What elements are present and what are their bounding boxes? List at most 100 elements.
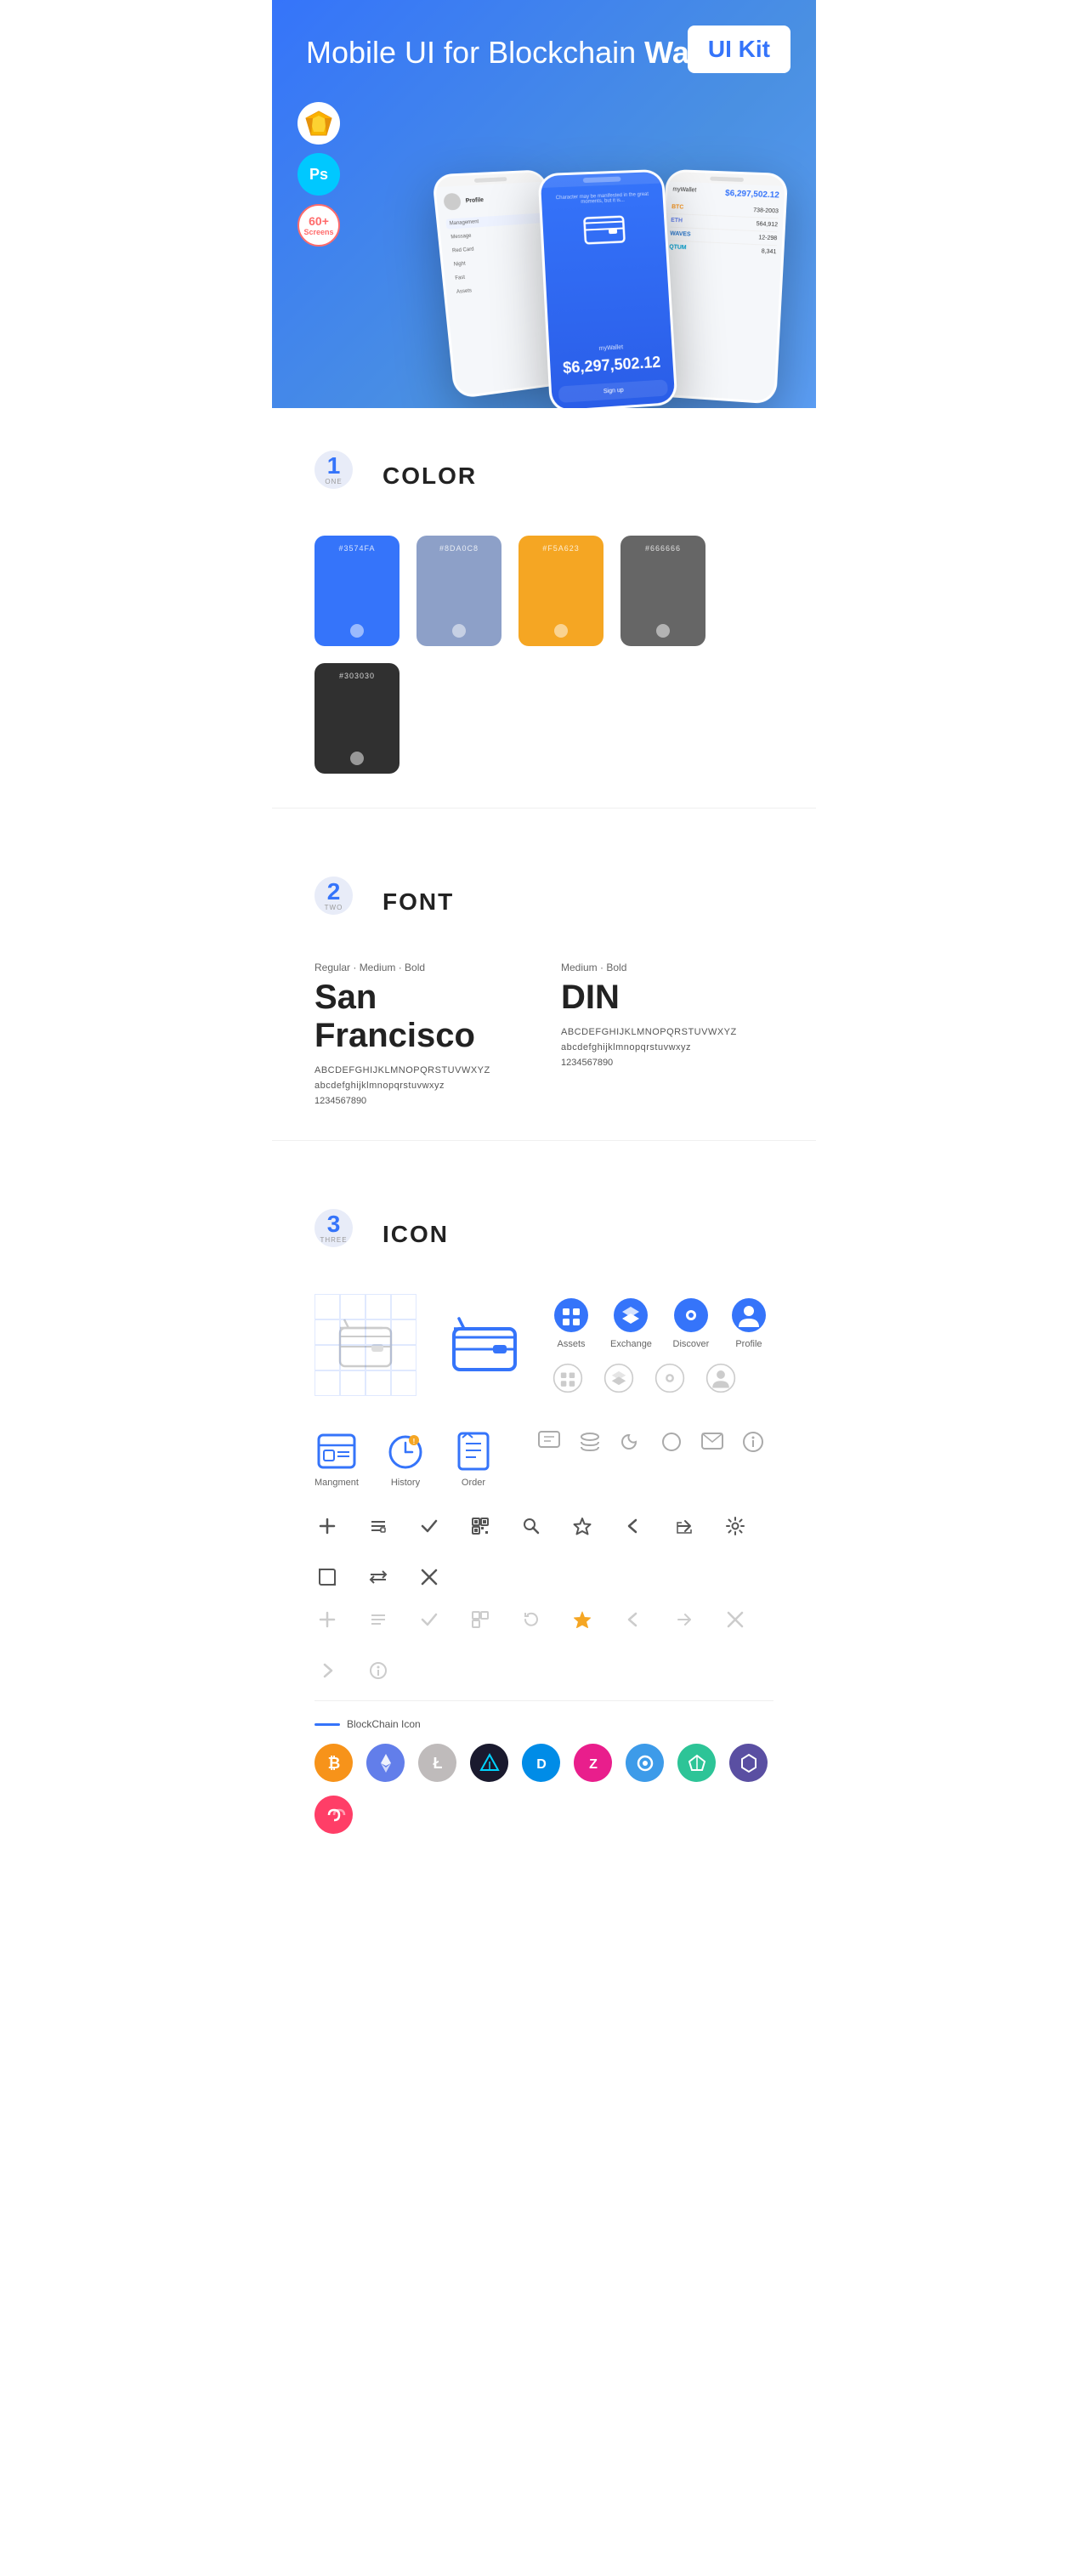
check-icon-light — [416, 1607, 442, 1632]
sf-name: San Francisco — [314, 979, 527, 1055]
svg-text:Z: Z — [589, 1757, 598, 1772]
hero-section: Mobile UI for Blockchain Wallet UI Kit P… — [272, 0, 816, 408]
verge-icon — [470, 1744, 508, 1782]
nav-icons-row-outline — [552, 1363, 768, 1393]
screens-badge: 60+ Screens — [298, 204, 340, 247]
icon-section: 3 THREE ICON — [272, 1166, 816, 1893]
litecoin-icon: Ł — [418, 1744, 456, 1782]
settings-icon — [722, 1513, 748, 1539]
misc-icons-row1 — [537, 1430, 765, 1454]
ui-kit-badge: UI Kit — [688, 26, 790, 73]
management-icon-item: Mangment — [314, 1430, 359, 1488]
sf-style: Regular · Medium · Bold — [314, 962, 527, 973]
bitcoin-icon: ₿ — [314, 1744, 353, 1782]
crypto-icons-grid: ₿ Ł D Z — [314, 1744, 774, 1834]
utility-icons-row2 — [314, 1607, 774, 1683]
color-swatch-gray: #8DA0C8 — [416, 536, 502, 646]
exchange-icon-outline — [604, 1363, 634, 1393]
svg-text:Ł: Ł — [433, 1755, 442, 1772]
order-icon-item: Order — [452, 1430, 495, 1488]
color-swatch-black: #303030 — [314, 663, 400, 774]
icon-main-row: Assets Exchange — [314, 1294, 774, 1396]
din-name: DIN — [561, 979, 774, 1017]
refresh-icon — [518, 1607, 544, 1632]
doge-icon — [626, 1744, 664, 1782]
section-num-2: 2 TWO — [314, 877, 366, 928]
sf-uppercase: ABCDEFGHIJKLMNOPQRSTUVWXYZ — [314, 1065, 527, 1075]
info-icon — [741, 1430, 765, 1454]
utility-icons-row1 — [314, 1513, 774, 1590]
share-icon-light — [672, 1607, 697, 1632]
icon-filled-container — [434, 1294, 536, 1396]
icon-section-header: 3 THREE ICON — [314, 1209, 774, 1260]
din-uppercase: ABCDEFGHIJKLMNOPQRSTUVWXYZ — [561, 1027, 774, 1037]
misc-icons-group — [537, 1430, 765, 1454]
moon-icon — [619, 1430, 643, 1454]
share-icon — [672, 1513, 697, 1539]
stack-icon — [578, 1430, 602, 1454]
expand-icon — [314, 1564, 340, 1590]
chat-icon — [537, 1430, 561, 1454]
nav-icons-row-filled: Assets Exchange — [552, 1297, 768, 1349]
assets-icon-item: Assets — [552, 1297, 590, 1349]
discover-icon-outline — [654, 1363, 685, 1393]
check-icon — [416, 1513, 442, 1539]
din-numbers: 1234567890 — [561, 1058, 774, 1068]
profile-icon-outline — [706, 1363, 736, 1393]
order-label: Order — [462, 1478, 485, 1488]
ps-badge: Ps — [298, 153, 340, 196]
icon-outline-container — [314, 1294, 416, 1396]
list-icon-light — [366, 1607, 391, 1632]
polygon-icon — [729, 1744, 768, 1782]
cross-icon-light — [722, 1607, 748, 1632]
svg-text:₿: ₿ — [327, 1755, 340, 1772]
color-section-header: 1 ONE COLOR — [314, 451, 774, 502]
chain-icon — [314, 1796, 353, 1834]
sketch-badge — [298, 102, 340, 145]
sf-lowercase: abcdefghijklmnopqrstuvwxyz — [314, 1081, 527, 1091]
transfer-icon — [366, 1564, 391, 1590]
sf-numbers: 1234567890 — [314, 1096, 527, 1106]
nav-icons-group: Assets Exchange — [552, 1297, 768, 1393]
exchange-label: Exchange — [610, 1339, 652, 1349]
section-num-1: 1 ONE — [314, 451, 366, 502]
assets-icon-outline — [552, 1363, 583, 1393]
profile-label: Profile — [735, 1339, 762, 1349]
star-icon — [570, 1513, 595, 1539]
message-icon — [700, 1430, 724, 1454]
font-section-header: 2 TWO FONT — [314, 877, 774, 928]
plus-icon-light — [314, 1607, 340, 1632]
discover-label: Discover — [673, 1339, 710, 1349]
font-section: 2 TWO FONT Regular · Medium · Bold San F… — [272, 834, 816, 1132]
blockchain-label: BlockChain Icon — [314, 1718, 774, 1730]
color-section: 1 ONE COLOR #3574FA #8DA0C8 #F5A623 #666… — [272, 408, 816, 799]
color-swatch-blue: #3574FA — [314, 536, 400, 646]
exchange-icon-item: Exchange — [610, 1297, 652, 1349]
back-icon — [620, 1513, 646, 1539]
svg-text:D: D — [536, 1757, 547, 1772]
phone-middle: Character may be manifested in the great… — [537, 169, 677, 408]
discover-icon-item: Discover — [672, 1297, 710, 1349]
color-swatches: #3574FA #8DA0C8 #F5A623 #666666 #303030 — [314, 536, 774, 774]
qr-icon — [468, 1513, 493, 1539]
zcoin-icon: Z — [574, 1744, 612, 1782]
font-grid: Regular · Medium · Bold San Francisco AB… — [314, 962, 774, 1106]
list-icon — [366, 1513, 391, 1539]
plus-icon — [314, 1513, 340, 1539]
info-icon-light — [366, 1658, 391, 1683]
profile-icon-item: Profile — [730, 1297, 768, 1349]
color-title: COLOR — [382, 462, 477, 490]
badges-column: Ps 60+ Screens — [298, 102, 340, 247]
font-sf: Regular · Medium · Bold San Francisco AB… — [314, 962, 527, 1106]
history-icon-item: ! History — [384, 1430, 427, 1488]
font-din: Medium · Bold DIN ABCDEFGHIJKLMNOPQRSTUV… — [561, 962, 774, 1106]
color-swatch-dark-gray: #666666 — [620, 536, 706, 646]
close-icon — [416, 1564, 442, 1590]
section-num-3: 3 THREE — [314, 1209, 366, 1260]
history-label: History — [391, 1478, 420, 1488]
font-title: FONT — [382, 888, 454, 916]
svg-text:!: ! — [413, 1438, 416, 1445]
phones-mockup-area: Profile Management Message Red Card Nigh… — [442, 136, 816, 408]
right-icon-light — [314, 1658, 340, 1683]
tron-icon — [677, 1744, 716, 1782]
